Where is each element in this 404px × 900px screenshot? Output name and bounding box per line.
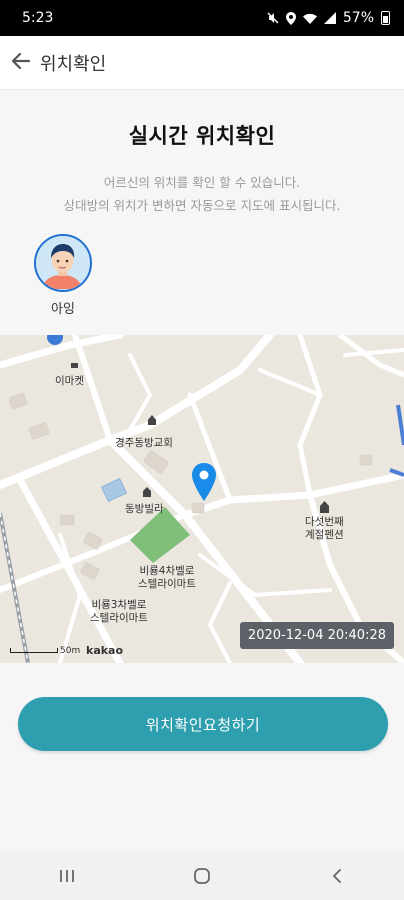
map-label-mart-4: 비룡4차벨로 스텔라이마트: [138, 565, 196, 590]
status-time: 5:23: [22, 10, 54, 26]
description-line-2: 상대방의 위치가 변하면 자동으로 지도에 표시됩니다.: [63, 198, 341, 213]
app-header: 위치확인: [0, 36, 404, 90]
map-view[interactable]: 이마켓 경주동방교회 동방빌라 다섯번째 계절펜션 비룡4차벨로 스텔라이마트 …: [0, 335, 404, 663]
description-line-1: 어르신의 위치를 확인 할 수 있습니다.: [103, 175, 301, 190]
map-scale-bar: [10, 648, 58, 653]
home-icon[interactable]: [182, 861, 222, 891]
back-arrow-icon[interactable]: [11, 50, 38, 75]
signal-icon: [323, 12, 336, 24]
page-title: 실시간 위치확인: [128, 124, 276, 148]
map-brand-logo: kakao: [86, 644, 124, 657]
map-label-pension: 다섯번째 계절펜션: [305, 516, 344, 541]
header-title: 위치확인: [40, 53, 107, 75]
map-label-villa: 동방빌라: [125, 503, 164, 515]
location-timestamp: 2020-12-04 20:40:28: [239, 622, 394, 649]
map-label-mart-3: 비룡3차벨로 스텔라이마트: [90, 599, 148, 624]
system-nav-bar: [0, 852, 404, 900]
request-location-button[interactable]: 위치확인요청하기: [18, 697, 388, 751]
map-scale-label: 50m: [60, 646, 81, 656]
map-label-church: 경주동방교회: [115, 437, 173, 449]
mute-icon: [267, 12, 279, 24]
profile-name: 아잉: [51, 302, 75, 317]
map-label-emart: 이마켓: [55, 375, 84, 387]
battery-percent: 57%: [342, 10, 374, 26]
recent-apps-icon[interactable]: [47, 861, 87, 891]
location-icon: [285, 11, 296, 25]
wifi-icon: [302, 13, 317, 24]
person-avatar-icon: [36, 236, 89, 289]
battery-icon: [381, 11, 390, 25]
avatar[interactable]: [34, 234, 92, 292]
back-icon[interactable]: [317, 861, 357, 891]
status-bar: 5:23 57%: [0, 0, 404, 36]
status-icons: 57%: [267, 10, 390, 26]
